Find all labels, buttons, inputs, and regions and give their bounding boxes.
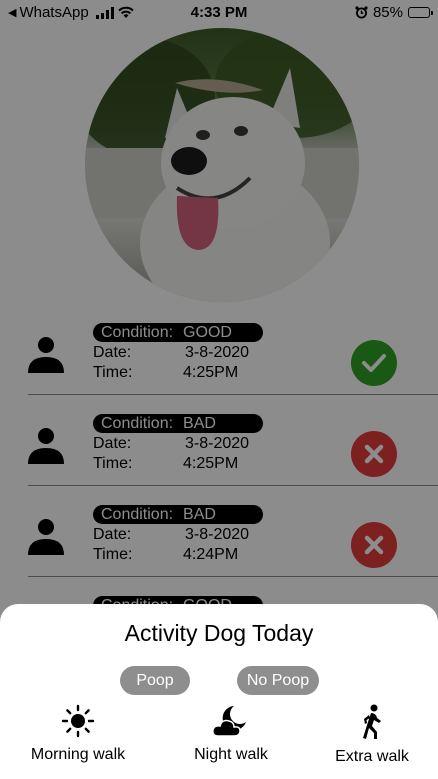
sun-icon (61, 704, 95, 738)
walking-person-icon (363, 704, 381, 739)
activity-bottom-sheet: Activity Dog Today Poop No Poop Morning … (0, 604, 438, 779)
no-poop-button[interactable]: No Poop (237, 666, 319, 695)
morning-walk-button[interactable]: Morning walk (20, 704, 136, 764)
morning-walk-label: Morning walk (30, 746, 126, 763)
poop-button[interactable]: Poop (120, 666, 190, 695)
night-walk-label: Night walk (194, 746, 268, 763)
extra-walk-button[interactable]: Extra walk (322, 704, 422, 766)
night-walk-button[interactable]: Night walk (175, 704, 287, 764)
moon-cloud-icon (212, 706, 246, 737)
extra-walk-label: Extra walk (335, 748, 409, 765)
sheet-title: Activity Dog Today (124, 620, 314, 646)
